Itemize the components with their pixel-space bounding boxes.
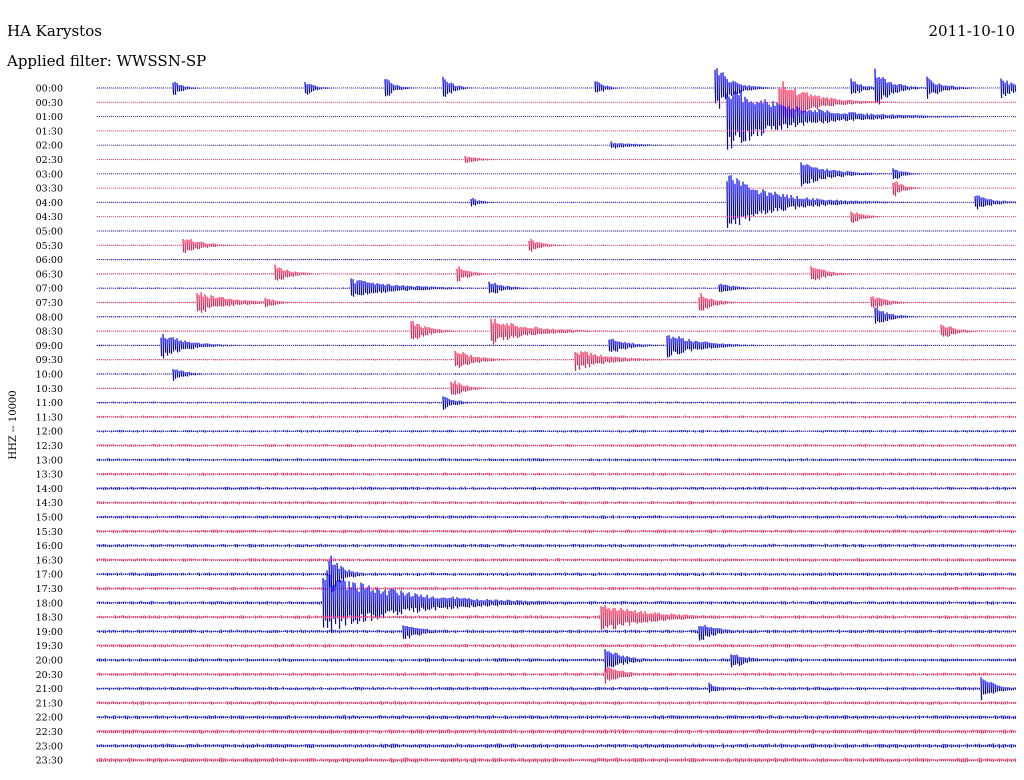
row-time-label: 04:00 <box>36 198 63 209</box>
row-time-label: 13:30 <box>36 470 63 481</box>
row-time-label: 00:00 <box>36 84 63 95</box>
row-time-label: 09:30 <box>36 355 63 366</box>
row-time-label: 05:00 <box>36 227 63 238</box>
plot-background <box>0 0 1024 780</box>
row-time-label: 22:00 <box>36 713 63 724</box>
row-time-label: 16:30 <box>36 555 63 566</box>
row-time-label: 10:30 <box>36 384 63 395</box>
seismogram-helicorder: HA Karystos 2011-10-10 Applied filter: W… <box>0 0 1024 780</box>
row-time-label: 18:00 <box>36 598 63 609</box>
row-time-label: 07:00 <box>36 284 63 295</box>
row-time-label: 15:00 <box>36 513 63 524</box>
row-time-label: 20:30 <box>36 670 63 681</box>
row-time-label: 14:00 <box>36 484 63 495</box>
row-time-label: 12:00 <box>36 427 63 438</box>
filter-label: Applied filter: WWSSN-SP <box>6 52 206 70</box>
row-time-label: 03:30 <box>36 184 63 195</box>
row-time-label: 23:30 <box>36 756 63 767</box>
row-time-label: 18:30 <box>36 613 63 624</box>
row-time-label: 02:30 <box>36 155 63 166</box>
row-time-label: 01:30 <box>36 126 63 137</box>
row-time-label: 05:30 <box>36 241 63 252</box>
row-time-label: 19:30 <box>36 641 63 652</box>
row-time-label: 17:00 <box>36 570 63 581</box>
row-time-label: 15:30 <box>36 527 63 538</box>
row-time-label: 06:00 <box>36 255 63 266</box>
station-title: HA Karystos <box>7 22 102 40</box>
row-time-label: 22:30 <box>36 727 63 738</box>
row-time-label: 10:00 <box>36 370 63 381</box>
channel-label: HHZ -- 10000 <box>8 390 19 459</box>
date-label: 2011-10-10 <box>929 22 1015 40</box>
row-time-label: 00:30 <box>36 98 63 109</box>
row-time-label: 02:00 <box>36 141 63 152</box>
row-time-label: 20:00 <box>36 656 63 667</box>
row-time-label: 06:30 <box>36 269 63 280</box>
row-time-label: 23:00 <box>36 741 63 752</box>
row-time-label: 08:00 <box>36 312 63 323</box>
row-time-label: 11:00 <box>36 398 63 409</box>
row-time-label: 13:00 <box>36 455 63 466</box>
row-time-label: 04:30 <box>36 212 63 223</box>
row-time-label: 14:30 <box>36 498 63 509</box>
row-time-label: 12:30 <box>36 441 63 452</box>
row-time-label: 08:30 <box>36 327 63 338</box>
row-time-label: 07:30 <box>36 298 63 309</box>
row-time-label: 21:00 <box>36 684 63 695</box>
row-time-label: 09:00 <box>36 341 63 352</box>
row-time-label: 19:00 <box>36 627 63 638</box>
row-time-label: 16:00 <box>36 541 63 552</box>
row-time-label: 01:00 <box>36 112 63 123</box>
row-time-label: 21:30 <box>36 698 63 709</box>
row-time-label: 03:00 <box>36 169 63 180</box>
row-time-label: 11:30 <box>36 412 63 423</box>
row-time-label: 17:30 <box>36 584 63 595</box>
